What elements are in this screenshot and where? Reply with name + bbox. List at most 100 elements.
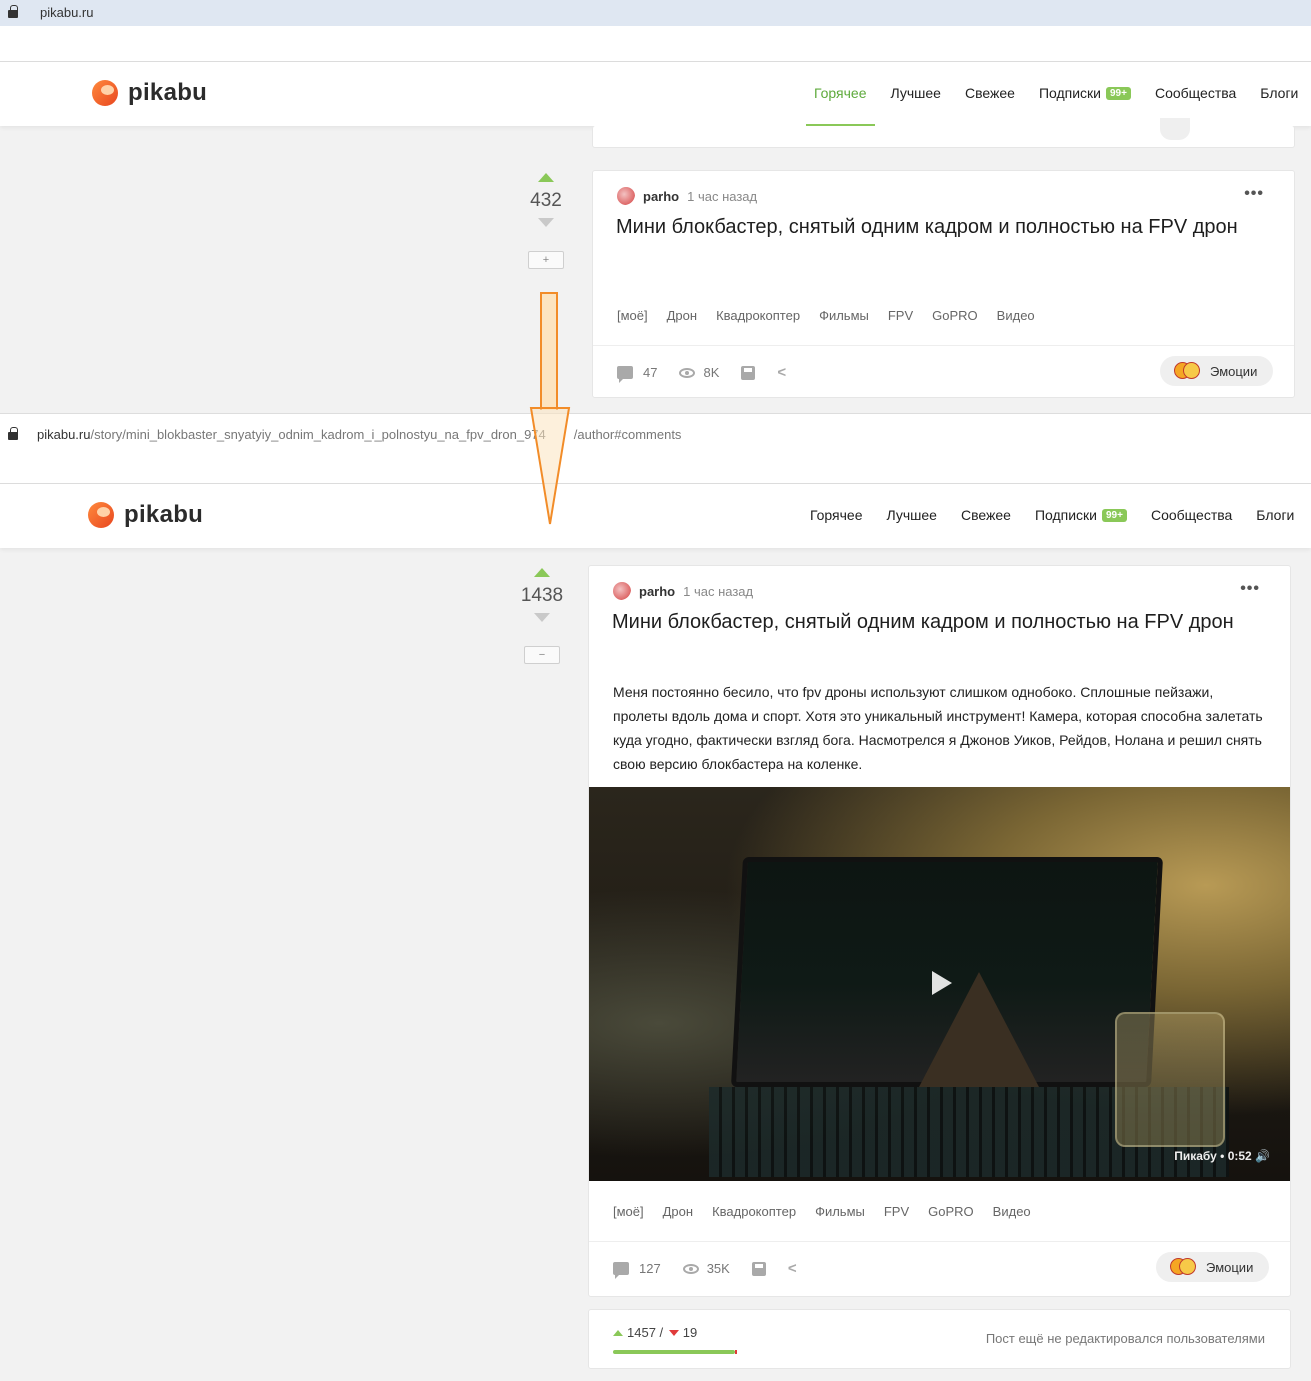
- tag[interactable]: Видео: [997, 308, 1035, 323]
- nav-hot[interactable]: Горячее: [810, 507, 863, 523]
- nav-fresh[interactable]: Свежее: [961, 507, 1011, 523]
- views-count: 35K: [706, 1261, 730, 1276]
- nav-subscriptions-label: Подписки: [1038, 85, 1101, 101]
- post-title[interactable]: Мини блокбастер, снятый одним кадром и п…: [616, 213, 1256, 241]
- downvote-arrow-icon[interactable]: [534, 613, 550, 622]
- comments-button[interactable]: 47: [617, 365, 657, 383]
- video-player[interactable]: Пикабу • 0:52 🔊: [589, 787, 1290, 1181]
- nav-fresh[interactable]: Свежее: [965, 85, 1015, 101]
- avatar[interactable]: [613, 582, 631, 600]
- nav-blogs[interactable]: Блоги: [1256, 507, 1294, 523]
- rating-bar-minus: [735, 1350, 737, 1354]
- tag[interactable]: GoPRO: [932, 308, 978, 323]
- video-frame-glass: [1115, 1012, 1225, 1147]
- rating-breakdown: 1457 / 19: [613, 1325, 697, 1340]
- downvote-arrow-icon[interactable]: [538, 218, 554, 227]
- logo[interactable]: pikabu: [88, 501, 203, 529]
- divider: [589, 1241, 1290, 1242]
- tag[interactable]: Дрон: [667, 308, 697, 323]
- tag[interactable]: [моё]: [617, 308, 648, 323]
- tag[interactable]: Квадрокоптер: [716, 308, 800, 323]
- nav-best[interactable]: Лучшее: [887, 507, 937, 523]
- share-button[interactable]: <: [788, 1260, 797, 1277]
- eye-icon: [679, 367, 696, 378]
- emotions-button[interactable]: Эмоции: [1160, 356, 1274, 386]
- post-title[interactable]: Мини блокбастер, снятый одним кадром и п…: [612, 608, 1252, 636]
- post-card-bottom: parho 1 час назад ••• Мини блокбастер, с…: [588, 565, 1291, 1297]
- author-name[interactable]: parho: [643, 189, 679, 204]
- emotions-label: Эмоции: [1210, 363, 1258, 379]
- upvote-arrow-icon[interactable]: [538, 173, 554, 182]
- lock-icon: [8, 5, 18, 18]
- author-name[interactable]: parho: [639, 584, 675, 599]
- comments-button[interactable]: 127: [613, 1261, 661, 1279]
- video-meta: Пикабу • 0:52 🔊: [1174, 1149, 1270, 1163]
- post-author[interactable]: parho 1 час назад: [613, 582, 753, 600]
- post-time: 1 час назад: [683, 583, 754, 599]
- tag[interactable]: GoPRO: [928, 1204, 974, 1219]
- subscriptions-badge: 99+: [1106, 86, 1131, 100]
- post-actions: 47 8K <: [617, 364, 808, 383]
- main-nav: Горячее Лучшее Свежее Подписки 99+ Сообще…: [810, 507, 1311, 523]
- url-text[interactable]: pikabu.ru: [40, 5, 93, 20]
- play-icon[interactable]: [932, 971, 952, 995]
- tag[interactable]: Дрон: [663, 1204, 693, 1219]
- vote-column-bottom: 1438 −: [512, 568, 572, 664]
- annotation-arrow-shaft: [540, 292, 558, 410]
- comment-icon: [613, 1262, 629, 1279]
- logo-text: pikabu: [128, 79, 208, 106]
- tag[interactable]: Фильмы: [815, 1204, 865, 1219]
- post-tags: [моё] Дрон Квадрокоптер Фильмы FPV GoPRO…: [617, 308, 1054, 323]
- nav-subscriptions[interactable]: Подписки 99+: [1039, 85, 1131, 101]
- eye-icon: [682, 1263, 699, 1274]
- rating-summary-card: 1457 / 19 Пост ещё не редактировался пол…: [588, 1309, 1291, 1369]
- previous-emotions-button[interactable]: [1160, 118, 1190, 140]
- nav-hot[interactable]: Горячее: [814, 85, 867, 101]
- nav-subscriptions[interactable]: Подписки 99+: [1035, 507, 1127, 523]
- site-header-bottom: pikabu Горячее Лучшее Свежее Подписки 99+…: [0, 484, 1311, 548]
- subscriptions-badge: 99+: [1102, 508, 1127, 522]
- post-author[interactable]: parho 1 час назад: [617, 187, 757, 205]
- divider: [593, 345, 1294, 346]
- address-bar-top[interactable]: pikabu.ru: [0, 0, 1311, 26]
- save-button[interactable]: [751, 1261, 766, 1276]
- comment-icon: [617, 366, 633, 383]
- rating-bar-plus: [613, 1350, 735, 1354]
- address-bar-bottom[interactable]: pikabu.ru/story/mini_blokbaster_snyatyiy…: [0, 413, 1311, 484]
- tag[interactable]: FPV: [888, 308, 913, 323]
- expand-toggle-button[interactable]: +: [528, 251, 564, 269]
- tag[interactable]: Видео: [993, 1204, 1031, 1219]
- logo[interactable]: pikabu: [92, 79, 207, 107]
- post-tags: [моё] Дрон Квадрокоптер Фильмы FPV GoPRO…: [613, 1204, 1050, 1219]
- tag[interactable]: FPV: [884, 1204, 909, 1219]
- pikabu-logo-icon: [92, 80, 118, 106]
- edit-note: Пост ещё не редактировался пользователям…: [985, 1331, 1265, 1346]
- tag[interactable]: Фильмы: [819, 308, 869, 323]
- tag[interactable]: [моё]: [613, 1204, 644, 1219]
- minus-arrow-icon: [668, 1329, 679, 1336]
- nav-best[interactable]: Лучшее: [891, 85, 941, 101]
- nav-blogs[interactable]: Блоги: [1260, 85, 1298, 101]
- logo-text: pikabu: [124, 501, 204, 528]
- avatar[interactable]: [617, 187, 635, 205]
- lock-icon: [8, 427, 18, 440]
- plus-arrow-icon: [613, 1329, 623, 1336]
- post-body: Меня постоянно бесило, что fpv дроны исп…: [613, 684, 1263, 772]
- tag[interactable]: Квадрокоптер: [712, 1204, 796, 1219]
- url-text[interactable]: pikabu.ru/story/mini_blokbaster_snyatyiy…: [37, 427, 681, 442]
- emotions-label: Эмоции: [1206, 1259, 1254, 1275]
- nav-communities[interactable]: Сообщества: [1155, 85, 1236, 101]
- post-rating: 1438: [520, 585, 564, 606]
- pikabu-logo-icon: [88, 502, 114, 528]
- save-button[interactable]: [741, 365, 756, 380]
- emotions-button[interactable]: Эмоции: [1156, 1252, 1270, 1282]
- comments-count: 127: [639, 1261, 661, 1276]
- vote-column-top: 432 +: [516, 173, 576, 269]
- more-menu-icon[interactable]: •••: [1240, 580, 1260, 598]
- minuses-count: 19: [682, 1325, 698, 1340]
- share-button[interactable]: <: [777, 364, 786, 381]
- collapse-toggle-button[interactable]: −: [524, 646, 560, 664]
- nav-communities[interactable]: Сообщества: [1151, 507, 1232, 523]
- more-menu-icon[interactable]: •••: [1244, 185, 1264, 203]
- upvote-arrow-icon[interactable]: [534, 568, 550, 577]
